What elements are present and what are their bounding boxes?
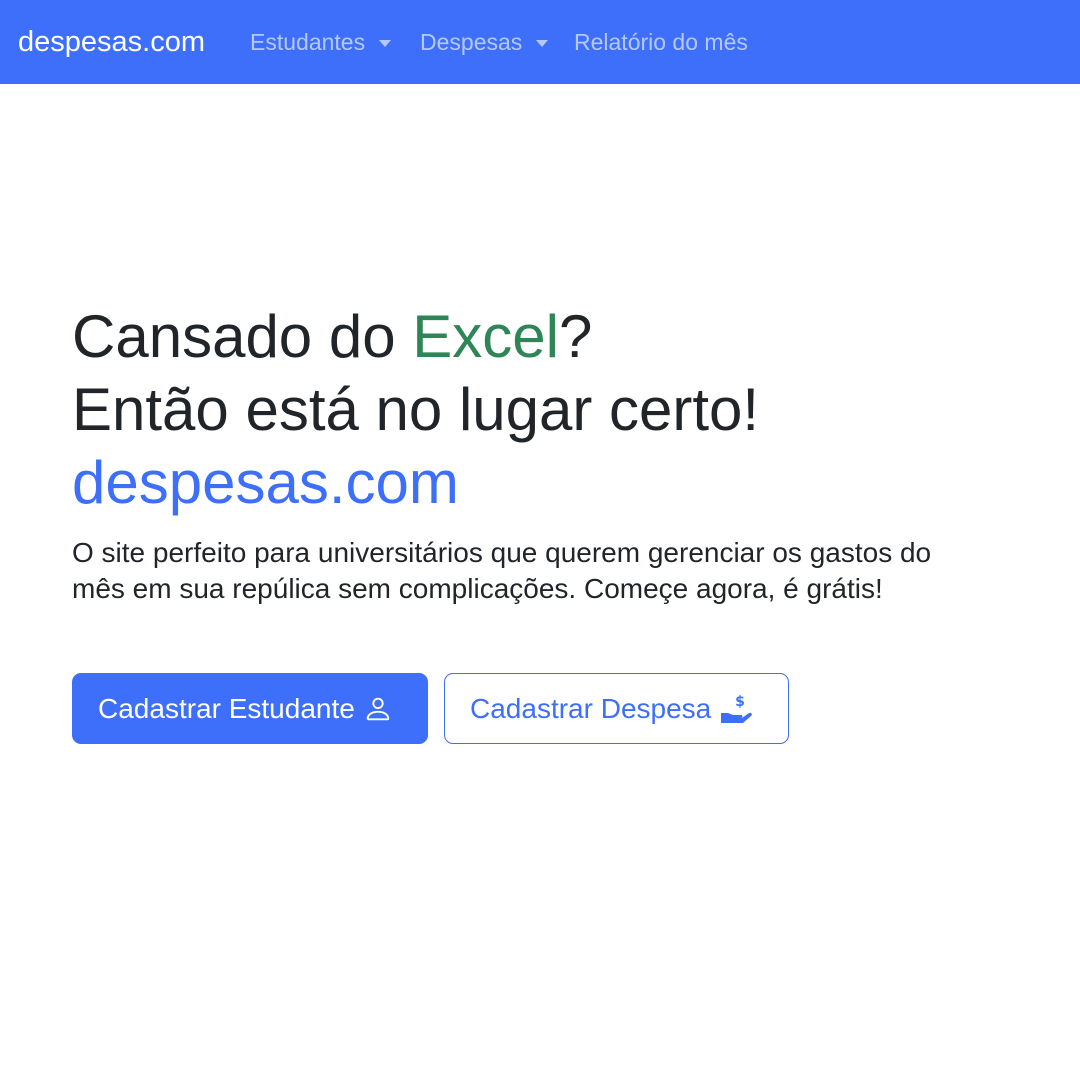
cash-hand-icon: $ [719,693,755,725]
hero-title-suffix: ? [558,303,593,370]
register-expense-button[interactable]: Cadastrar Despesa $ [444,673,789,744]
register-expense-label: Cadastrar Despesa [470,692,712,724]
nav-item-label: Despesas [420,29,523,55]
hero-section: Cansado do Excel? Então está no lugar ce… [72,300,972,607]
hero-brand-name: despesas.com [72,449,459,516]
hero-buttons: Cadastrar Estudante Cadastrar Despesa $ [72,673,789,744]
nav-link-relatorio[interactable]: Relatório do mês [574,26,748,58]
hero-title-excel: Excel [412,303,559,370]
nav-item-label: Estudantes [250,29,366,55]
hero-lead-text: O site perfeito para universitários que … [72,537,932,604]
hero-title-line-2: Então está no lugar certo! [72,376,760,443]
nav-dropdown-estudantes[interactable]: Estudantes [250,26,392,58]
hero-title-prefix: Cansado do [72,303,413,370]
hero-title-line-1: Cansado do Excel? [72,300,972,373]
nav-item-label: Relatório do mês [574,29,748,55]
caret-down-icon [379,39,392,47]
register-student-label: Cadastrar Estudante [98,692,355,724]
top-navbar: despesas.com Estudantes Despesas Relatór… [0,0,1080,84]
svg-text:$: $ [735,694,745,710]
navbar-brand[interactable]: despesas.com [18,22,205,62]
nav-dropdown-despesas[interactable]: Despesas [420,26,549,58]
register-student-button[interactable]: Cadastrar Estudante [72,673,428,744]
caret-down-icon [536,39,549,47]
person-icon [363,694,393,724]
